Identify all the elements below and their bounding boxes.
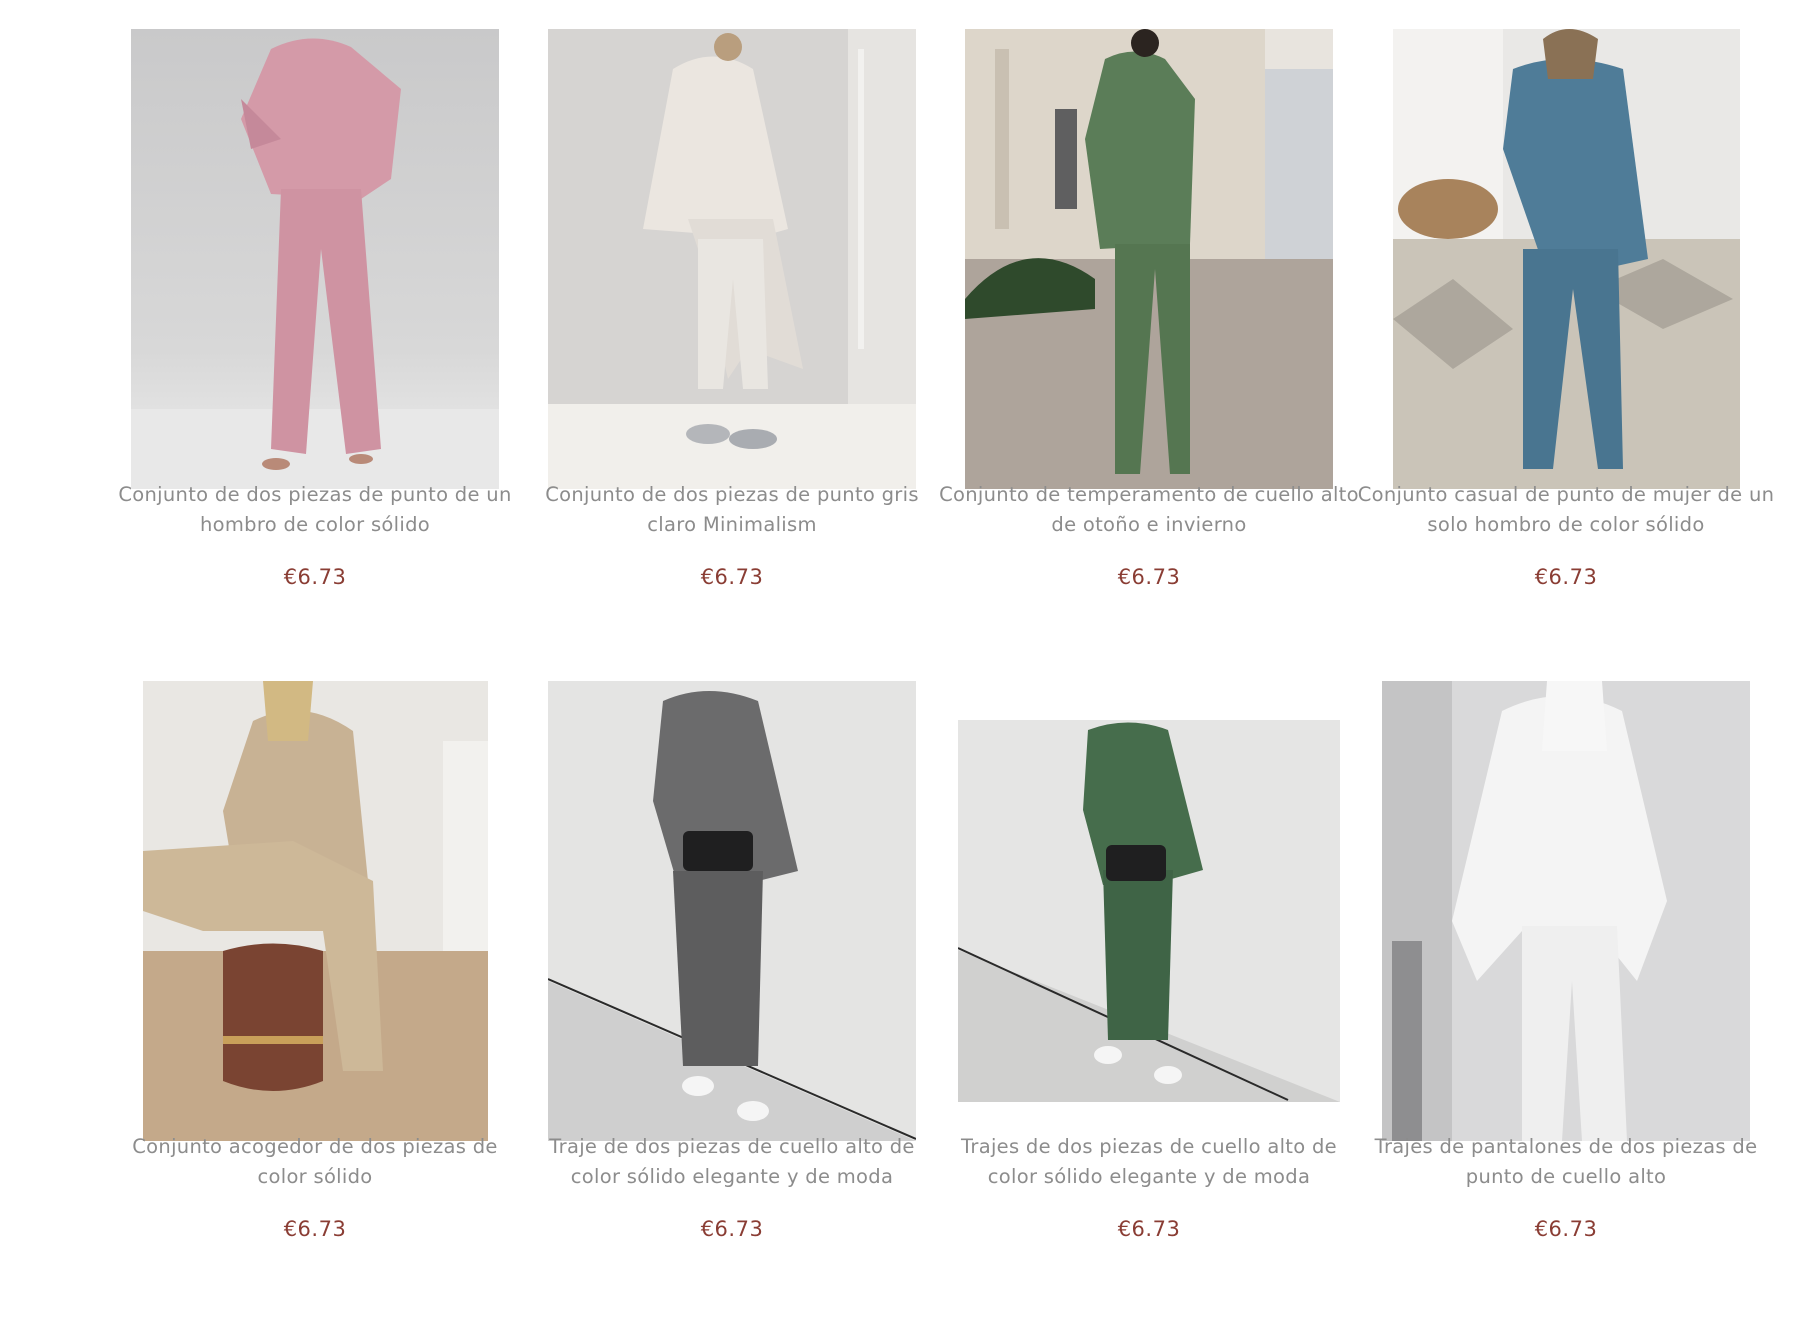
- product-title[interactable]: Trajes de pantalones de dos piezas de pu…: [1356, 1132, 1776, 1192]
- blue-knit-set-photo: [1392, 29, 1740, 489]
- product-image-link[interactable]: [1392, 29, 1740, 489]
- product-price: €6.73: [1534, 1217, 1598, 1241]
- grey-sweater-skirt-photo: [548, 681, 916, 1141]
- pink-knit-set-photo: [131, 29, 499, 489]
- product-image-link[interactable]: [131, 29, 499, 489]
- product-title[interactable]: Traje de dos piezas de cuello alto de co…: [522, 1132, 942, 1192]
- product-title[interactable]: Conjunto de dos piezas de punto gris cla…: [522, 480, 942, 540]
- product-price: €6.73: [700, 1217, 764, 1241]
- white-turtleneck-set-photo: [1382, 681, 1750, 1141]
- product-price: €6.73: [283, 1217, 347, 1241]
- light-grey-knit-set-photo: [548, 29, 916, 489]
- product-title[interactable]: Conjunto casual de punto de mujer de un …: [1356, 480, 1776, 540]
- product-image-link[interactable]: [958, 720, 1340, 1102]
- green-turtleneck-set-photo: [965, 29, 1333, 489]
- green-sweater-skirt-photo: [958, 720, 1340, 1102]
- beige-knit-set-photo: [142, 681, 488, 1141]
- product-title[interactable]: Conjunto acogedor de dos piezas de color…: [105, 1132, 525, 1192]
- product-price: €6.73: [1117, 565, 1181, 589]
- product-image-link[interactable]: [548, 29, 916, 489]
- product-grid: Conjunto de dos piezas de punto de un ho…: [0, 0, 1808, 1333]
- product-image-link[interactable]: [548, 681, 916, 1141]
- product-title[interactable]: Conjunto de dos piezas de punto de un ho…: [105, 480, 525, 540]
- product-title[interactable]: Conjunto de temperamento de cuello alto …: [939, 480, 1359, 540]
- product-price: €6.73: [1534, 565, 1598, 589]
- product-image-link[interactable]: [142, 681, 488, 1141]
- product-price: €6.73: [283, 565, 347, 589]
- product-price: €6.73: [700, 565, 764, 589]
- product-image-link[interactable]: [965, 29, 1333, 489]
- product-title[interactable]: Trajes de dos piezas de cuello alto de c…: [939, 1132, 1359, 1192]
- product-image-link[interactable]: [1382, 681, 1750, 1141]
- product-price: €6.73: [1117, 1217, 1181, 1241]
